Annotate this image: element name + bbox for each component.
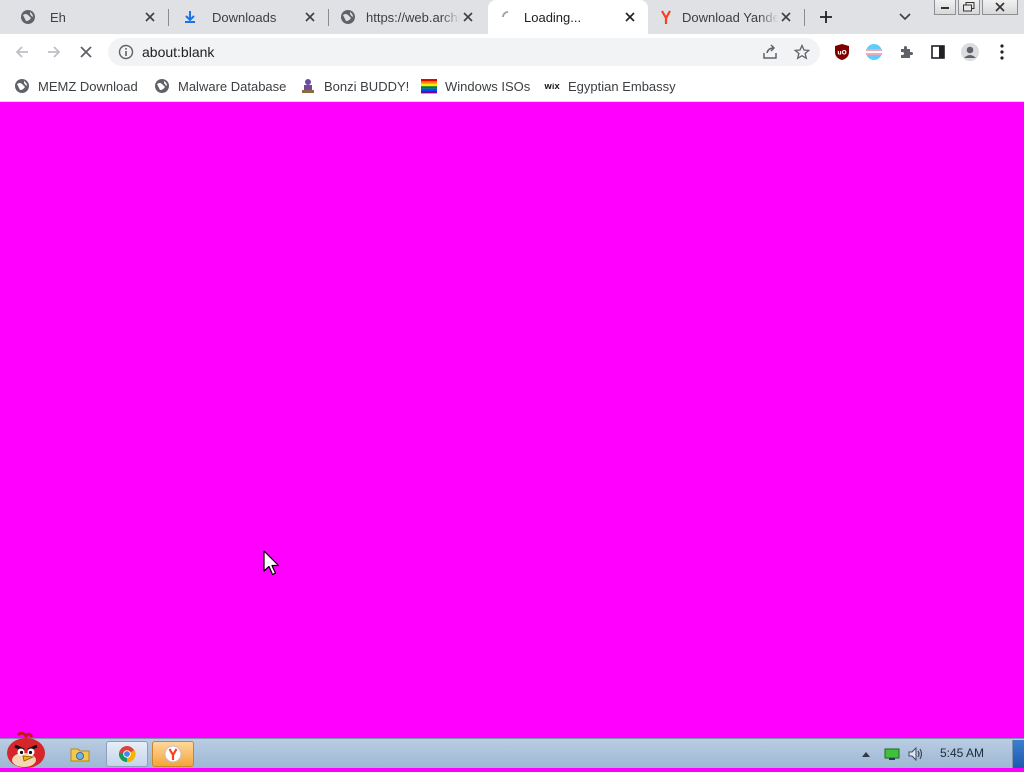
tab-title: Eh: [50, 9, 66, 25]
angry-bird-icon: [7, 731, 45, 768]
tab-separator: [804, 9, 805, 26]
minimize-button[interactable]: [934, 0, 956, 15]
page-content[interactable]: [0, 102, 1024, 738]
close-tab-icon[interactable]: [460, 9, 476, 25]
tab-title: https://web.archive.org: [366, 9, 460, 25]
folder-icon: [70, 748, 90, 762]
back-button[interactable]: [8, 38, 36, 66]
close-tab-icon[interactable]: [778, 9, 794, 25]
share-button[interactable]: [760, 42, 780, 62]
download-icon: [182, 9, 198, 25]
trans-flag-icon: [866, 44, 882, 60]
mouse-cursor-icon: [263, 550, 280, 576]
close-icon: [995, 2, 1005, 12]
bookmark-star-button[interactable]: [792, 42, 812, 62]
chrome-icon: [118, 746, 136, 763]
extensions-button[interactable]: [892, 38, 920, 66]
network-icon[interactable]: [880, 747, 904, 761]
bookmarks-bar: MEMZ Download Malware Database Bonzi BUD…: [0, 70, 1024, 102]
show-hidden-icons-button[interactable]: [858, 751, 874, 757]
tab-search-button[interactable]: [893, 5, 917, 29]
browser-window: Eh Downloads https://web.archive.org: [0, 0, 1024, 738]
bookmark-memz-download[interactable]: MEMZ Download: [14, 76, 138, 96]
browser-toolbar: about:blank uO: [0, 34, 1024, 70]
bookmark-egyptian-embassy[interactable]: WiX Egyptian Embassy: [544, 76, 676, 96]
loading-spinner-icon: [500, 9, 516, 25]
puzzle-icon: [901, 46, 913, 58]
tab-title: Downloads: [212, 9, 277, 25]
taskbar-chrome[interactable]: [106, 741, 148, 767]
tab-download-yandex[interactable]: Download Yandex: [648, 0, 804, 34]
system-tray: [858, 739, 928, 768]
taskbar-yandex[interactable]: [152, 741, 194, 767]
pride-extension-button[interactable]: [860, 38, 888, 66]
chevron-up-icon: [862, 751, 870, 757]
star-icon: [794, 44, 810, 60]
wix-icon: WiX: [544, 78, 560, 94]
bonzi-icon: [300, 78, 316, 94]
share-icon: [763, 44, 777, 59]
bookmark-label: Windows ISOs: [445, 78, 531, 94]
tab-title: Download Yandex: [682, 9, 778, 25]
bookmark-label: Bonzi BUDDY!: [324, 78, 410, 94]
volume-icon[interactable]: [904, 746, 928, 762]
url-text[interactable]: about:blank: [142, 44, 214, 60]
side-panel-button[interactable]: [924, 38, 952, 66]
window-caption-buttons: [934, 0, 1018, 15]
side-panel-icon: [931, 45, 945, 59]
arrow-right-icon: [48, 46, 61, 58]
menu-button[interactable]: [988, 38, 1016, 66]
bookmark-windows-isos[interactable]: Windows ISOs: [421, 76, 530, 96]
minimize-icon: [941, 7, 949, 9]
tab-title: Loading...: [524, 9, 582, 25]
close-tab-icon[interactable]: [622, 9, 638, 25]
svg-text:uO: uO: [837, 50, 846, 57]
globe-icon: [154, 78, 170, 94]
arrow-left-icon: [15, 46, 28, 58]
taskbar-explorer[interactable]: [60, 741, 100, 767]
stop-loading-button[interactable]: [72, 38, 100, 66]
svg-text:WiX: WiX: [544, 83, 560, 91]
profile-icon: [961, 43, 979, 61]
globe-icon: [14, 78, 30, 94]
info-icon[interactable]: [118, 44, 134, 60]
start-button[interactable]: [2, 731, 50, 769]
kebab-menu-icon: [1000, 44, 1004, 60]
tab-strip: Eh Downloads https://web.archive.org: [0, 0, 1024, 34]
close-tab-icon[interactable]: [302, 9, 318, 25]
yandex-icon: [164, 745, 182, 763]
restore-button[interactable]: [958, 0, 980, 15]
bookmark-label: Egyptian Embassy: [568, 78, 676, 94]
restore-icon: [963, 2, 975, 12]
taskbar-clock[interactable]: 5:45 AM: [940, 746, 984, 760]
close-window-button[interactable]: [982, 0, 1018, 15]
rainbow-icon: [421, 78, 437, 94]
profile-button[interactable]: [956, 38, 984, 66]
bookmark-malware-database[interactable]: Malware Database: [154, 76, 286, 96]
tab-web-archive[interactable]: https://web.archive.org: [328, 0, 486, 34]
tab-downloads[interactable]: Downloads: [168, 0, 328, 34]
plus-icon: [820, 11, 832, 23]
new-tab-button[interactable]: [814, 5, 838, 29]
forward-button[interactable]: [40, 38, 68, 66]
bookmark-label: MEMZ Download: [38, 78, 138, 94]
globe-icon: [20, 9, 36, 25]
ublock-extension-button[interactable]: uO: [828, 38, 856, 66]
bookmark-bonzi-buddy[interactable]: Bonzi BUDDY!: [300, 76, 409, 96]
tab-loading[interactable]: Loading...: [488, 0, 648, 34]
address-bar[interactable]: about:blank: [108, 38, 820, 66]
chevron-down-icon: [899, 13, 911, 21]
bookmark-label: Malware Database: [178, 78, 287, 94]
taskbar: 5:45 AM: [0, 731, 1024, 768]
yandex-icon: [658, 9, 674, 25]
ublock-icon: uO: [835, 44, 849, 60]
close-tab-icon[interactable]: [142, 9, 158, 25]
stop-icon: [80, 46, 92, 58]
globe-icon: [340, 9, 356, 25]
tab-eh[interactable]: Eh: [0, 0, 168, 34]
show-desktop-button[interactable]: [1012, 740, 1024, 768]
